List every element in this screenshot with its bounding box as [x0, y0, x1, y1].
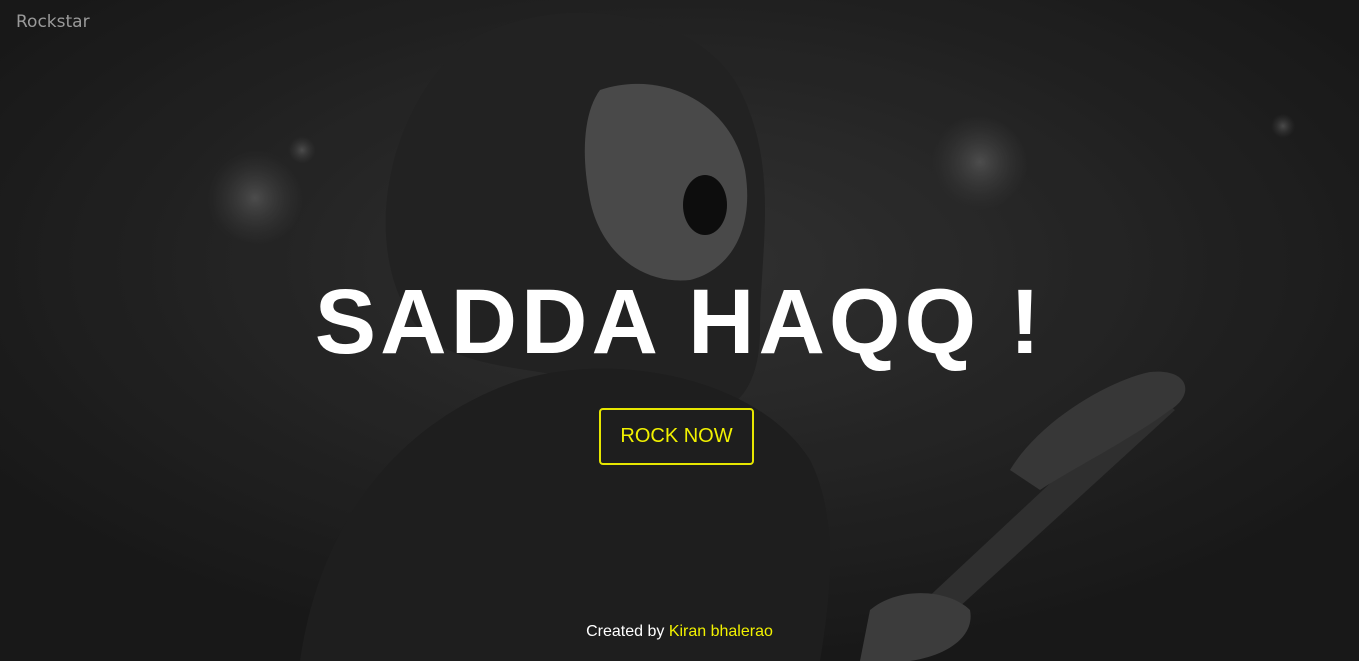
rock-now-button[interactable]: ROCK NOW [599, 408, 754, 465]
author-link[interactable]: Kiran bhalerao [669, 623, 773, 640]
footer-prefix: Created by [586, 623, 669, 640]
footer-credit: Created by Kiran bhalerao [0, 623, 1359, 641]
hero-title: SADDA HAQQ ! [314, 271, 1045, 373]
hero-page: Rockstar SADDA HAQQ ! ROCK NOW Created b… [0, 0, 1359, 661]
brand-logo-link[interactable]: Rockstar [16, 12, 90, 32]
